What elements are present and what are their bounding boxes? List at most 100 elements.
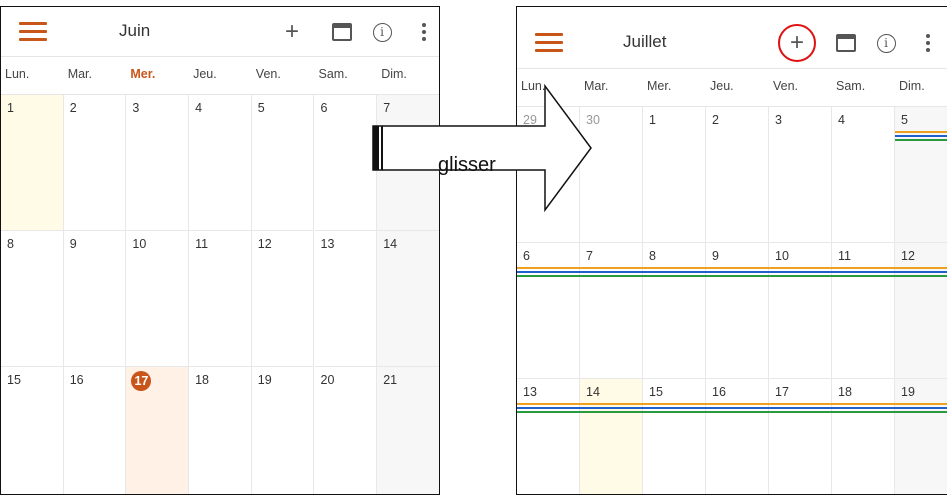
day-number: 9	[69, 237, 77, 251]
day-cell[interactable]: 13	[517, 379, 580, 494]
event-bar[interactable]	[517, 275, 947, 277]
day-cell[interactable]: 16	[706, 379, 769, 494]
day-number: 6	[320, 101, 328, 115]
today-badge: 17	[131, 371, 152, 391]
swipe-arrow-icon	[372, 83, 592, 213]
day-cell[interactable]: 15	[1, 367, 64, 494]
weekday-label: Jeu.	[193, 67, 217, 81]
month-title: Juillet	[623, 32, 667, 51]
weekday-label: Dim.	[899, 79, 925, 93]
day-cell[interactable]: 3	[126, 95, 190, 231]
day-number: 13	[320, 237, 335, 251]
calendar-icon[interactable]	[329, 19, 355, 45]
day-number: 5	[901, 113, 908, 127]
day-number: 5	[257, 101, 265, 115]
day-cell[interactable]: 11	[832, 243, 895, 379]
day-cell[interactable]: 5	[895, 107, 947, 243]
day-number: 16	[69, 373, 84, 387]
weekday-label: Mar.	[67, 67, 92, 81]
weekday-label: Ven.	[255, 67, 281, 81]
more-vertical-icon[interactable]	[915, 30, 941, 56]
day-cell[interactable]: 2	[63, 95, 127, 231]
day-cell[interactable]: 12	[895, 243, 947, 379]
day-cell[interactable]: 15	[643, 379, 706, 494]
day-cell[interactable]: 20	[315, 367, 378, 494]
day-cell[interactable]: 5	[251, 95, 315, 231]
menu-icon[interactable]	[535, 33, 563, 53]
day-number: 12	[257, 237, 272, 251]
day-number: 14	[586, 385, 600, 399]
day-number: 7	[586, 249, 593, 263]
day-number: 15	[649, 385, 663, 399]
highlight-ring	[778, 24, 816, 62]
event-bar[interactable]	[895, 135, 947, 137]
day-cell[interactable]: 16	[64, 367, 127, 494]
day-cell[interactable]: 8	[1, 231, 64, 367]
day-cell[interactable]: 6	[517, 243, 580, 379]
day-number: 18	[838, 385, 852, 399]
day-number: 6	[523, 249, 530, 263]
app-header: Juin + i	[1, 7, 439, 57]
menu-icon[interactable]	[19, 22, 47, 42]
day-cell[interactable]: 2	[706, 107, 769, 243]
event-bar[interactable]	[895, 139, 947, 141]
event-bar[interactable]	[895, 131, 947, 133]
day-number: 10	[132, 237, 147, 251]
day-cell[interactable]: 19	[895, 379, 947, 494]
event-bar[interactable]	[517, 267, 947, 269]
day-cell[interactable]: 19	[252, 367, 315, 494]
day-cell[interactable]: 8	[643, 243, 706, 379]
add-icon[interactable]: +	[279, 19, 305, 45]
day-number: 3	[132, 101, 140, 115]
day-number: 2	[69, 101, 77, 115]
day-cell[interactable]: 21	[377, 367, 439, 494]
day-cell[interactable]: 10	[769, 243, 832, 379]
day-cell[interactable]: 1	[643, 107, 706, 243]
event-bar[interactable]	[517, 407, 947, 409]
calendar-panel-june: Juin + i Lun. Mar. Mer. Jeu. Ven. Sam. Dim. 12…	[0, 6, 440, 495]
day-cell[interactable]: 14	[377, 231, 439, 367]
day-cell[interactable]: 17	[126, 367, 190, 494]
day-cell[interactable]: 11	[189, 231, 252, 367]
weekday-label: Dim.	[381, 67, 407, 81]
more-vertical-icon[interactable]	[411, 19, 437, 45]
calendar-icon[interactable]	[833, 30, 859, 56]
day-cell[interactable]: 13	[314, 231, 378, 367]
swipe-label: glisser	[438, 154, 496, 176]
day-cell[interactable]: 9	[63, 231, 127, 367]
day-number: 21	[383, 373, 398, 387]
day-cell[interactable]: 9	[706, 243, 769, 379]
day-number: 4	[195, 101, 203, 115]
info-icon[interactable]: i	[873, 30, 899, 56]
day-cell[interactable]: 4	[832, 107, 895, 243]
day-cell[interactable]: 10	[126, 231, 190, 367]
day-cell[interactable]: 12	[251, 231, 315, 367]
day-cell[interactable]: 17	[769, 379, 832, 494]
weekday-label: Ven.	[773, 79, 799, 93]
weekday-label: Sam.	[318, 67, 348, 81]
day-number: 4	[838, 113, 845, 127]
day-cell[interactable]: 14	[580, 379, 643, 494]
day-cell[interactable]: 3	[769, 107, 832, 243]
day-number: 16	[712, 385, 726, 399]
weekday-label: Mer.	[647, 79, 672, 93]
event-bar[interactable]	[517, 411, 947, 413]
day-cell[interactable]: 18	[832, 379, 895, 494]
day-cell[interactable]: 18	[189, 367, 252, 494]
app-header: Juillet + i	[517, 7, 947, 69]
day-cell[interactable]: 4	[189, 95, 252, 231]
event-bar[interactable]	[517, 271, 947, 273]
day-cell[interactable]: 1	[1, 95, 64, 231]
weekday-label: Sam.	[836, 79, 866, 93]
day-number: 8	[649, 249, 656, 263]
day-cell[interactable]: 7	[580, 243, 643, 379]
day-number: 10	[775, 249, 789, 263]
info-icon[interactable]: i	[369, 19, 395, 45]
day-number: 1	[649, 113, 656, 127]
day-number: 15	[7, 373, 21, 387]
event-bar[interactable]	[517, 403, 947, 405]
day-number: 8	[7, 237, 14, 251]
day-number: 12	[901, 249, 915, 263]
month-title: Juin	[119, 21, 151, 40]
day-number: 13	[523, 385, 537, 399]
